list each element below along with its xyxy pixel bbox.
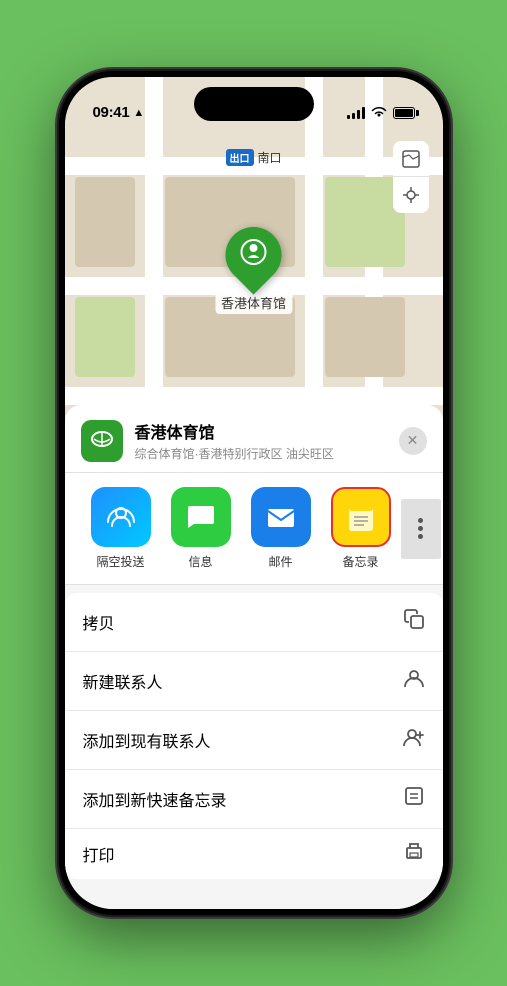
share-notes[interactable]: 备忘录 <box>321 487 401 570</box>
phone-frame: 09:41 ▲ <box>59 71 449 915</box>
map-nankou-label: 出口 南口 <box>225 149 281 166</box>
status-icons <box>347 105 415 121</box>
messages-label: 信息 <box>188 553 212 570</box>
copy-icon <box>403 608 425 636</box>
nankou-badge: 出口 <box>225 149 253 166</box>
close-button[interactable]: ✕ <box>399 427 427 455</box>
person-icon <box>403 667 425 695</box>
action-quick-note[interactable]: 添加到新快速备忘录 <box>65 770 443 829</box>
dot <box>418 526 423 531</box>
share-mail[interactable]: 邮件 <box>241 487 321 570</box>
quick-note-label: 添加到新快速备忘录 <box>83 787 227 811</box>
person-add-icon <box>403 726 425 754</box>
dynamic-island <box>194 87 314 121</box>
airdrop-icon <box>91 487 151 547</box>
dot <box>418 518 423 523</box>
print-label: 打印 <box>83 842 115 866</box>
bottom-sheet: 香港体育馆 综合体育馆·香港特别行政区 油尖旺区 ✕ <box>65 405 443 909</box>
sheet-header: 香港体育馆 综合体育馆·香港特别行政区 油尖旺区 ✕ <box>65 405 443 473</box>
action-add-contact[interactable]: 添加到现有联系人 <box>65 711 443 770</box>
more-icon <box>401 499 441 559</box>
venue-icon <box>81 420 123 462</box>
signal-bar-2 <box>352 113 355 119</box>
copy-label: 拷贝 <box>83 610 115 634</box>
location-icon: ▲ <box>133 107 144 119</box>
map-block <box>325 297 405 377</box>
nankou-text: 南口 <box>257 149 281 166</box>
map-controls <box>393 141 429 213</box>
pin-icon <box>239 238 267 272</box>
signal-bar-4 <box>362 107 365 119</box>
share-airdrop[interactable]: 隔空投送 <box>81 487 161 570</box>
add-contact-label: 添加到现有联系人 <box>83 728 211 752</box>
mail-icon <box>251 487 311 547</box>
location-pin: 香港体育馆 <box>215 227 292 314</box>
battery-icon <box>393 107 415 119</box>
mail-label: 邮件 <box>268 553 292 570</box>
sheet-title-area: 香港体育馆 综合体育馆·香港特别行政区 油尖旺区 <box>135 419 399 462</box>
map-block <box>75 297 135 377</box>
close-icon: ✕ <box>407 432 419 449</box>
share-more[interactable] <box>401 499 441 559</box>
battery-fill <box>395 109 413 117</box>
share-messages[interactable]: 信息 <box>161 487 241 570</box>
wifi-icon <box>371 105 387 121</box>
pin-circle <box>214 215 293 294</box>
action-print[interactable]: 打印 <box>65 829 443 879</box>
sheet-subtitle: 综合体育馆·香港特别行政区 油尖旺区 <box>135 445 399 462</box>
map-type-button[interactable] <box>393 141 429 177</box>
notes-label: 备忘录 <box>342 553 378 570</box>
action-new-contact[interactable]: 新建联系人 <box>65 652 443 711</box>
dots-icon <box>418 518 423 539</box>
dot <box>418 534 423 539</box>
map-block <box>75 177 135 267</box>
messages-icon <box>171 487 231 547</box>
phone-screen: 09:41 ▲ <box>65 77 443 909</box>
note-icon <box>403 785 425 813</box>
signal-bar-3 <box>357 110 360 119</box>
status-time: 09:41 <box>93 104 130 121</box>
print-icon <box>403 840 425 868</box>
signal-bars <box>347 107 365 119</box>
airdrop-label: 隔空投送 <box>96 553 144 570</box>
map-road <box>65 387 443 405</box>
new-contact-label: 新建联系人 <box>83 669 163 693</box>
share-row: 隔空投送 信息 <box>65 473 443 585</box>
location-button[interactable] <box>393 177 429 213</box>
action-copy[interactable]: 拷贝 <box>65 593 443 652</box>
sheet-title: 香港体育馆 <box>135 419 399 443</box>
action-list: 拷贝 新建联系人 <box>65 593 443 879</box>
signal-bar-1 <box>347 115 350 119</box>
notes-icon <box>331 487 391 547</box>
